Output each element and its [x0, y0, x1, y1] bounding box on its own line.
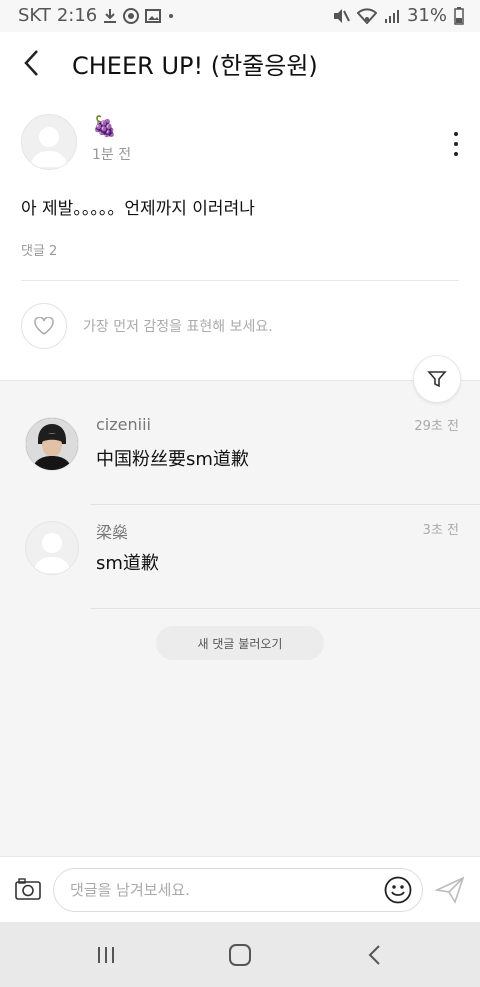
post-card: 🍇 1분 전 아 제발。。。。。언제까지 이러려나 댓글 2 가장 먼저 감정을…	[0, 94, 480, 379]
comment-text: sm道歉	[96, 553, 159, 574]
status-left: SKT 2:16	[18, 5, 175, 26]
clock: 2:16	[56, 5, 98, 26]
profile-photo-icon	[26, 418, 78, 470]
system-back-button[interactable]	[356, 940, 392, 970]
filter-icon	[427, 371, 447, 388]
commenter-name[interactable]: cizeniii	[96, 415, 151, 434]
commenter-avatar[interactable]	[25, 521, 79, 575]
chrome-icon	[123, 7, 140, 24]
post-time: 1분 전	[92, 147, 132, 163]
comment-input-bar	[0, 856, 480, 923]
comment-count[interactable]: 댓글 2	[21, 240, 57, 259]
smiley-icon	[384, 876, 412, 904]
back-button[interactable]	[14, 46, 48, 80]
default-avatar-icon	[33, 533, 71, 573]
status-right: 31%	[332, 5, 464, 26]
default-avatar-icon	[30, 127, 68, 167]
filter-button[interactable]	[413, 355, 461, 403]
chevron-left-icon	[24, 50, 38, 76]
comment-time: 29초 전	[414, 419, 459, 434]
load-new-comments-button[interactable]: 새 댓글 불러오기	[156, 626, 324, 660]
comment-text: 中国粉丝要sm道歉	[96, 449, 249, 470]
comment-time: 3초 전	[422, 523, 459, 538]
post-body: 아 제발。。。。。언제까지 이러려나	[21, 199, 255, 219]
download-icon	[103, 8, 117, 24]
recent-apps-button[interactable]	[88, 940, 124, 970]
home-button[interactable]	[222, 940, 258, 970]
page-title: CHEER UP! (한줄응원)	[72, 52, 318, 80]
more-dot-icon	[454, 152, 458, 156]
comment-item: 梁燊 3초 전 sm道歉	[0, 505, 480, 609]
recent-apps-icon	[98, 947, 114, 963]
carrier-label: SKT	[18, 5, 51, 26]
author-emoji: 🍇	[92, 114, 117, 138]
wifi-icon	[356, 7, 377, 24]
send-button[interactable]	[434, 875, 466, 905]
comment-item: cizeniii 29초 전 中国粉丝要sm道歉	[0, 401, 480, 505]
image-icon	[145, 8, 162, 23]
heart-icon	[34, 317, 54, 335]
status-bar: SKT 2:16 31%	[0, 0, 480, 32]
comments-section: cizeniii 29초 전 中国粉丝要sm道歉 梁燊 3초 전 sm道歉 새 …	[0, 355, 480, 857]
home-icon	[229, 944, 251, 966]
app-header: CHEER UP! (한줄응원)	[0, 32, 480, 95]
more-dot-icon	[454, 142, 458, 146]
emotion-prompt: 가장 먼저 감정을 표현해 보세요.	[83, 319, 273, 335]
back-icon	[368, 945, 380, 965]
signal-icon	[384, 8, 400, 24]
divider	[21, 280, 459, 281]
commenter-name[interactable]: 梁燊	[96, 519, 128, 543]
avatar[interactable]	[21, 114, 77, 170]
divider	[90, 608, 480, 609]
camera-icon	[15, 878, 41, 900]
like-button[interactable]	[21, 303, 67, 349]
battery-icon	[454, 6, 464, 25]
send-icon	[435, 876, 465, 904]
mute-icon	[332, 8, 350, 24]
comment-input[interactable]	[53, 868, 423, 912]
dot-icon	[167, 12, 175, 20]
emoji-button[interactable]	[383, 875, 413, 905]
more-options-button[interactable]	[448, 132, 464, 156]
system-nav-bar	[0, 922, 480, 987]
more-dot-icon	[454, 132, 458, 136]
camera-button[interactable]	[14, 877, 42, 901]
battery-percent: 31%	[406, 5, 447, 26]
commenter-avatar[interactable]	[25, 417, 79, 471]
